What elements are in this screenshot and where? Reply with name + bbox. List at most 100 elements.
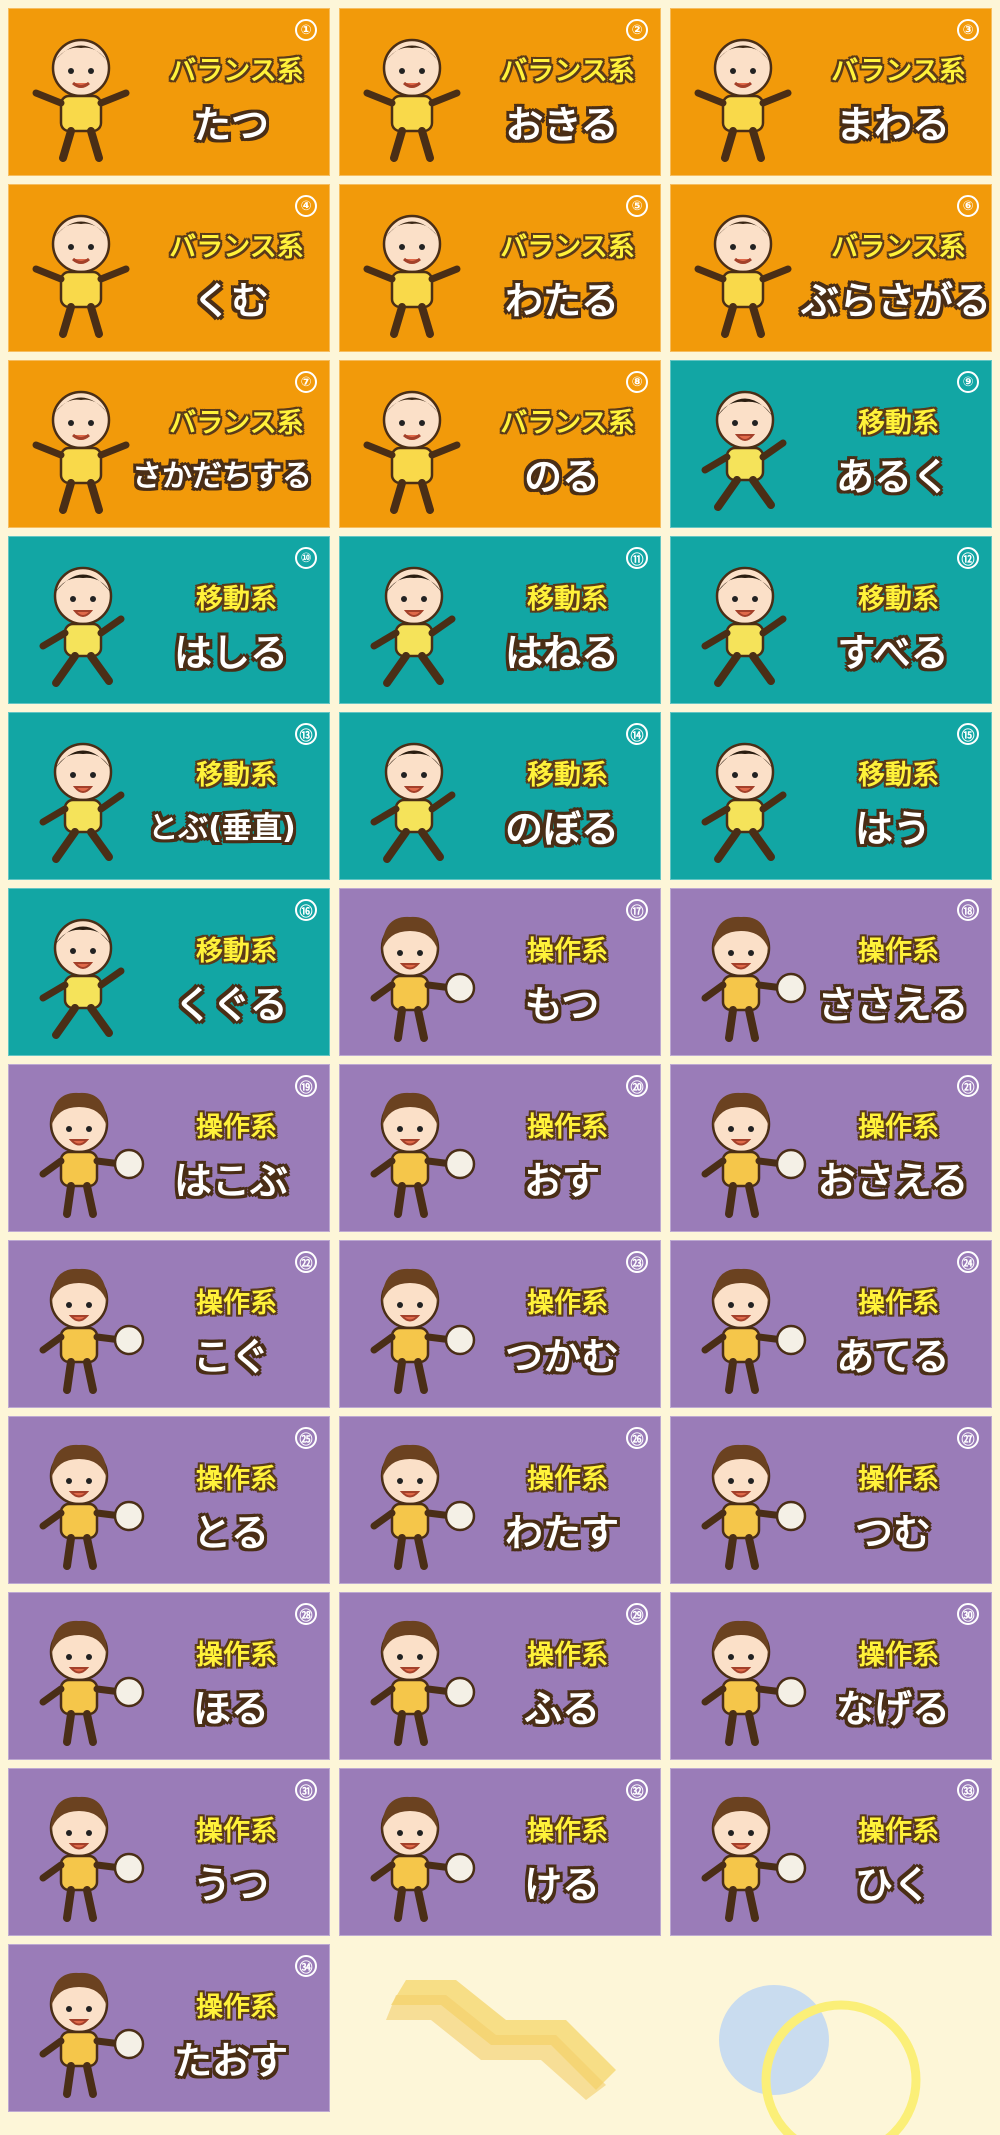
card-verb-label: あてる <box>836 1335 950 1379</box>
card-number-badge: ⑲ <box>295 1075 317 1097</box>
card-number-badge: ㉜ <box>626 1779 648 1801</box>
activity-card: ㉒ 操作系 こぐ <box>8 1240 330 1408</box>
card-category-label: バランス系 <box>831 56 966 87</box>
card-category-label: 操作系 <box>196 1992 277 2023</box>
card-verb-label: つむ <box>854 1511 931 1555</box>
card-verb-label: たつ <box>192 103 269 147</box>
card-category-label: 移動系 <box>196 936 277 967</box>
child-illustration <box>39 1620 145 1746</box>
activity-card: ⑧ バランス系 のる <box>339 360 661 528</box>
card-verb-label: くむ <box>192 279 269 323</box>
activity-card: ⑤ バランス系 わたる <box>339 184 661 352</box>
card-category-label: 移動系 <box>858 408 939 439</box>
activity-card: ㉓ 操作系 つかむ <box>339 1240 661 1408</box>
child-illustration <box>701 390 787 511</box>
card-verb-label: はこぶ <box>173 1159 288 1203</box>
card-number-badge: ⑫ <box>957 547 979 569</box>
card-verb-label: なげる <box>835 1687 950 1731</box>
card-verb-label: たおす <box>173 2039 288 2083</box>
decorative-shapes <box>386 1980 921 2135</box>
card-verb-label: ふる <box>523 1687 600 1731</box>
activity-card: ⑭ 移動系 のぼる <box>339 712 661 880</box>
child-illustration <box>370 1092 476 1218</box>
card-verb-label: ささえる <box>817 983 969 1027</box>
card-verb-label: はう <box>854 807 931 851</box>
card-category-label: 移動系 <box>858 584 939 615</box>
card-number-badge: ⑪ <box>626 547 648 569</box>
card-verb-label: くぐる <box>174 983 288 1027</box>
child-illustration <box>370 566 456 687</box>
card-number-badge: ⑨ <box>957 371 979 393</box>
card-verb-label: つかむ <box>504 1335 619 1379</box>
child-illustration <box>363 390 461 514</box>
card-category-label: 操作系 <box>196 1640 277 1671</box>
child-illustration <box>32 214 130 338</box>
activity-card: ㉘ 操作系 ほる <box>8 1592 330 1760</box>
activity-card: ㉜ 操作系 ける <box>339 1768 661 1936</box>
card-number-badge: ⑤ <box>626 195 648 217</box>
card-verb-label: とぶ(垂直) <box>148 811 296 846</box>
activity-card: ㉙ 操作系 ふる <box>339 1592 661 1760</box>
card-category-label: 操作系 <box>858 1112 939 1143</box>
child-illustration <box>363 38 461 162</box>
child-illustration <box>701 1620 807 1746</box>
card-category-label: バランス系 <box>169 408 304 439</box>
card-number-badge: ⑧ <box>626 371 648 393</box>
child-illustration <box>39 566 125 687</box>
card-number-badge: ㉞ <box>295 1955 317 1977</box>
card-category-label: 操作系 <box>527 1288 608 1319</box>
card-number-badge: ㉔ <box>957 1251 979 1273</box>
card-category-label: 操作系 <box>527 1816 608 1847</box>
activity-card: ⑦ バランス系 さかだちする <box>8 360 330 528</box>
card-verb-label: わたる <box>504 279 619 323</box>
card-category-label: 移動系 <box>196 760 277 791</box>
card-category-label: バランス系 <box>500 408 635 439</box>
child-illustration <box>370 1620 476 1746</box>
card-verb-label: ぶらさがる <box>801 279 992 323</box>
card-verb-label: あるく <box>835 455 950 499</box>
child-illustration <box>39 1444 145 1570</box>
activity-card: ㉚ 操作系 なげる <box>670 1592 992 1760</box>
child-illustration <box>363 214 461 338</box>
child-illustration <box>701 1444 807 1570</box>
activity-card: ㉕ 操作系 とる <box>8 1416 330 1584</box>
child-illustration <box>39 1796 145 1922</box>
child-illustration <box>39 742 125 863</box>
card-category-label: 移動系 <box>527 584 608 615</box>
card-category-label: 操作系 <box>527 1464 608 1495</box>
activity-card: ⑲ 操作系 はこぶ <box>8 1064 330 1232</box>
card-number-badge: ⑩ <box>295 547 317 569</box>
card-number-badge: ⑱ <box>957 899 979 921</box>
card-category-label: 操作系 <box>858 936 939 967</box>
card-verb-label: すべる <box>837 631 949 675</box>
card-category-label: 操作系 <box>858 1816 939 1847</box>
activity-card: ⑪ 移動系 はねる <box>339 536 661 704</box>
card-category-label: バランス系 <box>169 56 304 87</box>
card-number-badge: ㉙ <box>626 1603 648 1625</box>
activity-card: ⑯ 移動系 くぐる <box>8 888 330 1056</box>
activity-card: ㉞ 操作系 たおす <box>8 1944 330 2112</box>
activity-card: ② バランス系 おきる <box>339 8 661 176</box>
card-number-badge: ⑮ <box>957 723 979 745</box>
activity-card: ③ バランス系 まわる <box>670 8 992 176</box>
child-illustration <box>701 566 787 687</box>
child-illustration <box>694 38 792 162</box>
card-category-label: 移動系 <box>858 760 939 791</box>
child-illustration <box>370 1796 476 1922</box>
card-category-label: 移動系 <box>527 760 608 791</box>
child-illustration <box>370 1268 476 1394</box>
card-number-badge: ㉝ <box>957 1779 979 1801</box>
child-illustration <box>701 1092 807 1218</box>
child-illustration <box>701 1796 807 1922</box>
card-number-badge: ① <box>295 19 317 41</box>
card-category-label: 操作系 <box>527 1112 608 1143</box>
card-number-badge: ㉗ <box>957 1427 979 1449</box>
activity-card: ㉑ 操作系 おさえる <box>670 1064 992 1232</box>
card-verb-label: おきる <box>505 103 619 147</box>
card-category-label: バランス系 <box>500 56 635 87</box>
card-verb-label: まわる <box>835 103 950 147</box>
card-verb-label: ほる <box>192 1687 269 1731</box>
activity-card: ⑳ 操作系 おす <box>339 1064 661 1232</box>
card-verb-label: こぐ <box>192 1335 269 1379</box>
child-illustration <box>39 1092 145 1218</box>
